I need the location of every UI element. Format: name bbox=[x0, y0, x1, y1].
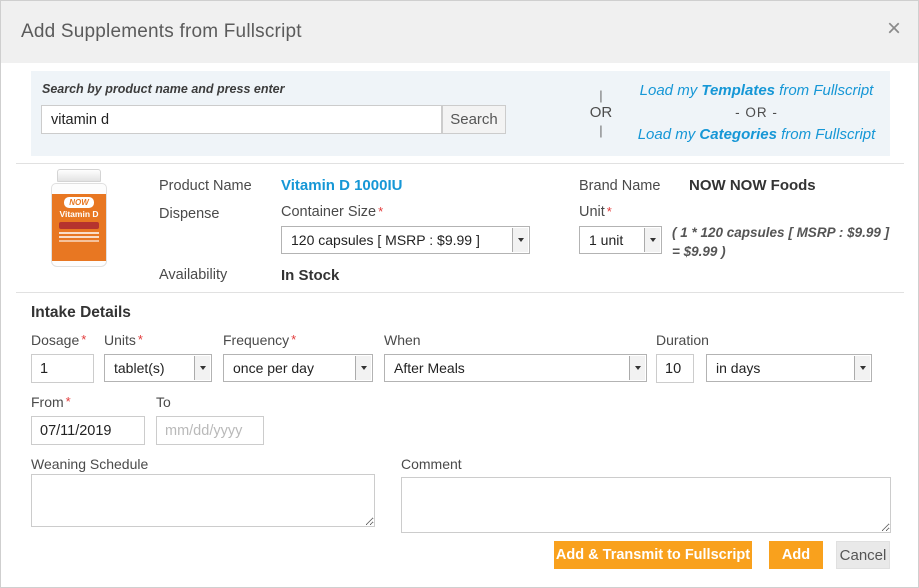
required-asterisk: * bbox=[291, 332, 296, 347]
duration-label: Duration bbox=[656, 332, 709, 348]
required-asterisk: * bbox=[66, 394, 71, 409]
unit-select[interactable]: 1 unit bbox=[579, 226, 662, 254]
required-asterisk: * bbox=[81, 332, 86, 347]
container-size-select[interactable]: 120 capsules [ MSRP : $9.99 ] bbox=[281, 226, 530, 254]
link-text: Load my bbox=[638, 126, 700, 143]
modal-title: Add Supplements from Fullscript bbox=[21, 21, 302, 43]
price-note-line1: ( 1 * 120 capsules [ MSRP : $9.99 ] bbox=[672, 223, 910, 242]
label-text: Units bbox=[104, 332, 136, 348]
select-value: once per day bbox=[233, 360, 314, 376]
required-asterisk: * bbox=[378, 204, 383, 219]
to-label: To bbox=[156, 394, 171, 410]
now-logo: NOW bbox=[64, 197, 94, 208]
dosage-label: Dosage* bbox=[31, 332, 86, 348]
product-name-link[interactable]: Vitamin D 1000IU bbox=[281, 177, 402, 194]
comment-textarea[interactable] bbox=[401, 477, 891, 533]
brand-name-value: NOW NOW Foods bbox=[689, 177, 816, 194]
select-value: in days bbox=[716, 360, 760, 376]
add-transmit-button[interactable]: Add & Transmit to Fullscript bbox=[554, 541, 752, 569]
or-divider: | OR | bbox=[584, 75, 618, 151]
weaning-schedule-label: Weaning Schedule bbox=[31, 456, 148, 472]
links-or-separator: - OR - bbox=[623, 102, 890, 124]
bottle-cap bbox=[57, 169, 101, 182]
bottle-body: NOW Vitamin D bbox=[51, 183, 107, 267]
fullscript-links: Load my Templates from Fullscript - OR -… bbox=[623, 80, 890, 146]
chevron-down-icon bbox=[854, 356, 870, 380]
chevron-down-icon bbox=[355, 356, 371, 380]
bottle-product-title: Vitamin D bbox=[52, 209, 106, 219]
weaning-schedule-textarea[interactable] bbox=[31, 474, 375, 527]
link-text-bold: Templates bbox=[701, 82, 775, 99]
search-hint-label: Search by product name and press enter bbox=[42, 82, 284, 96]
to-date-input[interactable] bbox=[156, 416, 264, 445]
chevron-down-icon bbox=[629, 356, 645, 380]
bottle-fine-print bbox=[59, 232, 99, 234]
divider-bar-bottom: | bbox=[599, 123, 602, 138]
when-select[interactable]: After Meals bbox=[384, 354, 647, 382]
product-image: NOW Vitamin D bbox=[39, 169, 119, 269]
cancel-button[interactable]: Cancel bbox=[836, 541, 890, 569]
modal-header: Add Supplements from Fullscript × bbox=[1, 1, 918, 63]
from-date-input[interactable] bbox=[31, 416, 145, 445]
price-note-line2: = $9.99 ) bbox=[672, 242, 910, 261]
link-text-bold: Categories bbox=[699, 126, 777, 143]
dispense-label: Dispense bbox=[159, 206, 219, 222]
frequency-label: Frequency* bbox=[223, 332, 296, 348]
link-text: from Fullscript bbox=[777, 126, 875, 143]
select-value: 1 unit bbox=[589, 232, 623, 248]
link-text: from Fullscript bbox=[775, 82, 873, 99]
chevron-down-icon bbox=[644, 228, 660, 252]
product-name-label: Product Name bbox=[159, 178, 252, 194]
label-text: Frequency bbox=[223, 332, 289, 348]
label-text: Unit bbox=[579, 204, 605, 220]
select-value: 120 capsules [ MSRP : $9.99 ] bbox=[291, 232, 480, 248]
required-asterisk: * bbox=[138, 332, 143, 347]
when-label: When bbox=[384, 332, 421, 348]
load-templates-link[interactable]: Load my Templates from Fullscript bbox=[623, 80, 890, 102]
intake-details-title: Intake Details bbox=[31, 304, 131, 322]
comment-label: Comment bbox=[401, 456, 462, 472]
availability-label: Availability bbox=[159, 267, 227, 283]
brand-name-label: Brand Name bbox=[579, 178, 660, 194]
chevron-down-icon bbox=[512, 228, 528, 252]
search-button[interactable]: Search bbox=[442, 105, 506, 134]
required-asterisk: * bbox=[607, 204, 612, 219]
chevron-down-icon bbox=[194, 356, 210, 380]
from-label: From* bbox=[31, 394, 71, 410]
select-value: tablet(s) bbox=[114, 360, 165, 376]
add-button[interactable]: Add bbox=[769, 541, 823, 569]
duration-input[interactable] bbox=[656, 354, 694, 383]
container-size-label: Container Size* bbox=[281, 204, 383, 220]
units-select[interactable]: tablet(s) bbox=[104, 354, 212, 382]
units-label: Units* bbox=[104, 332, 143, 348]
divider-or-text: OR bbox=[590, 103, 613, 123]
select-value: After Meals bbox=[394, 360, 465, 376]
bottle-ribbon bbox=[59, 222, 99, 229]
search-input[interactable] bbox=[41, 105, 442, 134]
price-calculation-note: ( 1 * 120 capsules [ MSRP : $9.99 ] = $9… bbox=[672, 223, 910, 261]
label-text: Container Size bbox=[281, 204, 376, 220]
divider-bar-top: | bbox=[599, 88, 602, 103]
load-categories-link[interactable]: Load my Categories from Fullscript bbox=[623, 124, 890, 146]
bottle-label: NOW Vitamin D bbox=[52, 194, 106, 261]
divider-line bbox=[16, 292, 904, 293]
label-text: Dosage bbox=[31, 332, 79, 348]
dosage-input[interactable] bbox=[31, 354, 94, 383]
availability-value: In Stock bbox=[281, 267, 339, 284]
unit-label: Unit* bbox=[579, 204, 612, 220]
add-supplements-modal: Add Supplements from Fullscript × Search… bbox=[0, 0, 919, 588]
link-text: Load my bbox=[640, 82, 702, 99]
close-icon[interactable]: × bbox=[887, 17, 901, 41]
duration-unit-select[interactable]: in days bbox=[706, 354, 872, 382]
label-text: From bbox=[31, 394, 64, 410]
divider-line bbox=[16, 163, 904, 164]
frequency-select[interactable]: once per day bbox=[223, 354, 373, 382]
